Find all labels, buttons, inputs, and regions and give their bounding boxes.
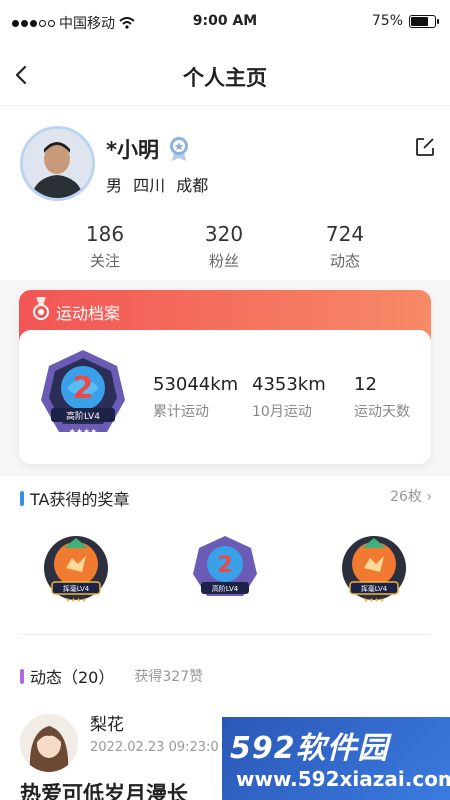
record-value: 4353km xyxy=(252,374,326,395)
svg-text:★★★★: ★★★★ xyxy=(363,597,385,604)
level-badge-icon: 2 高阶LV4 ★★★★ xyxy=(41,350,125,436)
record-total-distance: 53044km 累计运动 xyxy=(153,374,238,421)
stat-label: 关注 xyxy=(89,252,120,270)
record-body: 2 高阶LV4 ★★★★ 53044km 累计运动 4353km 10月运动 1… xyxy=(19,330,431,464)
badge-level-text: 高阶LV4 xyxy=(66,410,100,422)
avatar[interactable] xyxy=(20,126,95,201)
stat-posts[interactable]: 724 动态 xyxy=(310,222,380,271)
stat-value: 724 xyxy=(325,222,365,246)
user-location: 四川 成都 xyxy=(133,176,209,195)
chevron-right-icon: › xyxy=(426,489,432,505)
award-level-text: 高阶LV4 xyxy=(212,584,239,593)
watermark-main: 592软件园 xyxy=(230,731,389,766)
record-label: 运动天数 xyxy=(354,404,410,420)
section-bar xyxy=(20,490,24,506)
record-value: 12 xyxy=(354,374,377,395)
svg-text:★★★★: ★★★★ xyxy=(65,597,87,604)
sports-record-card[interactable]: 运动档案 2 高阶LV4 ★★★★ 53044km 累计运动 4353km 10… xyxy=(19,290,431,464)
record-label: 累计运动 xyxy=(153,404,209,420)
stat-label: 粉丝 xyxy=(208,252,239,270)
awards-title-text: TA获得的奖章 xyxy=(30,490,130,509)
awards-more-link[interactable]: 26枚 › xyxy=(390,486,432,506)
record-days: 12 运动天数 xyxy=(354,374,410,421)
record-month-distance: 4353km 10月运动 xyxy=(252,374,326,421)
post-time: 2022.02.23 09:23:0 xyxy=(90,740,219,755)
awards-title: TA获得的奖章 xyxy=(20,486,129,510)
user-gender: 男 xyxy=(106,176,123,195)
battery-percent: 75% xyxy=(371,13,403,29)
stat-value: 320 xyxy=(204,222,244,246)
name-row: *小明 xyxy=(106,134,191,164)
stat-followers[interactable]: 320 粉丝 xyxy=(189,222,259,271)
feed-title: 动态（20） 获得327赞 xyxy=(20,664,203,688)
awards-count: 26枚 xyxy=(390,489,422,505)
stat-value: 186 xyxy=(85,222,125,246)
svg-text:2: 2 xyxy=(73,371,94,406)
awards-section: TA获得的奖章 26枚 › 挥毫LV4 ★★★★ 2 高阶LV4 ★★★★ 挥毫… xyxy=(0,476,450,654)
page-title: 个人主页 xyxy=(183,66,267,90)
award-badge-1[interactable]: 挥毫LV4 ★★★★ xyxy=(42,534,110,606)
battery-area: 75% xyxy=(371,13,439,29)
stat-label: 动态 xyxy=(329,252,360,270)
svg-text:2: 2 xyxy=(217,553,232,578)
record-label: 10月运动 xyxy=(252,404,312,420)
post-author: 梨花 xyxy=(90,715,124,735)
profile-header: *小明 男 四川 成都 186 关注 320 粉丝 724 动态 xyxy=(0,106,450,280)
post-avatar[interactable] xyxy=(20,714,78,772)
medal-icon xyxy=(33,297,49,320)
svg-text:★★★★: ★★★★ xyxy=(214,597,236,604)
status-bar: 中国移动 9:00 AM 75% xyxy=(0,0,450,44)
award-level-text: 挥毫LV4 xyxy=(361,584,388,593)
award-level-text: 挥毫LV4 xyxy=(63,584,90,593)
stat-following[interactable]: 186 关注 xyxy=(70,222,140,271)
user-info: 男 四川 成都 xyxy=(106,172,208,196)
section-bar xyxy=(20,668,24,684)
battery-icon xyxy=(409,14,439,28)
nav-bar: 个人主页 xyxy=(0,44,450,106)
award-badge-3[interactable]: 挥毫LV4 ★★★★ xyxy=(340,534,408,606)
feed-likes: 获得327赞 xyxy=(134,669,204,685)
verified-badge-icon xyxy=(169,137,188,161)
award-badge-2[interactable]: 2 高阶LV4 ★★★★ xyxy=(191,534,259,606)
post-text: 热爱可低岁月漫长 xyxy=(20,782,188,800)
user-name: *小明 xyxy=(106,138,159,162)
watermark-logo: 592软件园 www.592xiazai.com xyxy=(222,717,450,800)
record-value: 53044km xyxy=(153,374,239,395)
divider xyxy=(20,634,430,635)
feed-title-text: 动态（20） xyxy=(30,668,115,687)
edit-icon[interactable] xyxy=(414,136,436,158)
record-title: 运动档案 xyxy=(56,304,121,323)
watermark-url: www.592xiazai.com xyxy=(236,767,450,791)
svg-text:★★★★: ★★★★ xyxy=(69,427,98,436)
